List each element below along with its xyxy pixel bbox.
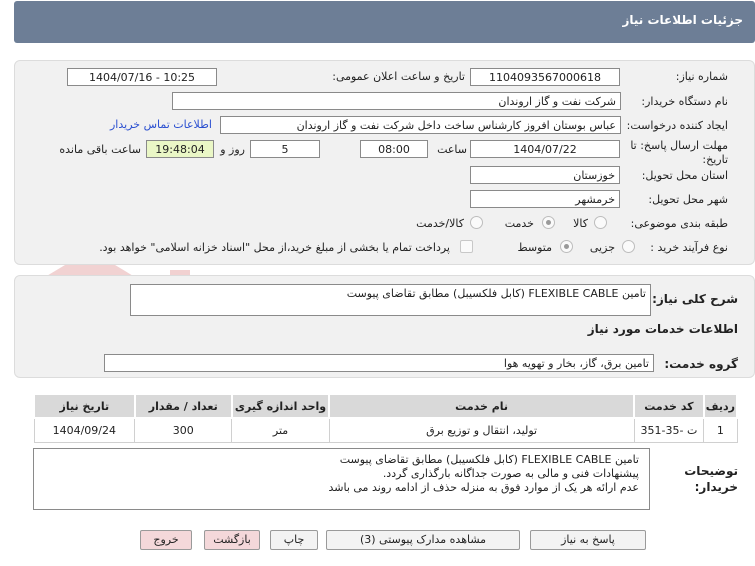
description-field: تامین FLEXIBLE CABLE (کابل فلکسیبل) مطاب…: [130, 284, 651, 316]
exit-button[interactable]: خروج: [140, 530, 192, 550]
province-field: خوزستان: [470, 166, 620, 184]
notes-label-buyer: خریدار:: [694, 480, 738, 494]
days-label: روز و: [220, 143, 245, 156]
back-button[interactable]: بازگشت: [204, 530, 260, 550]
deadline-date-field: 1404/07/22: [470, 140, 620, 158]
city-field: خرمشهر: [470, 190, 620, 208]
page-title: جزئیات اطلاعات نیاز: [622, 13, 743, 27]
col-need-date: تاریخ نیاز: [33, 393, 136, 419]
category-radio-goods-service[interactable]: [470, 216, 483, 229]
process-option-minor: جزیی: [589, 241, 615, 254]
remaining-label: ساعت باقی مانده: [59, 143, 141, 156]
notes-line: تامین FLEXIBLE CABLE (کابل فلکسیبل) مطاب…: [339, 453, 639, 466]
table-header-row: ردیف کد خدمت نام خدمت واحد اندازه گیری ت…: [33, 393, 739, 419]
creator-field: عباس بوستان افروز کارشناس ساخت داخل شرکت…: [220, 116, 621, 134]
col-service-name: نام خدمت: [328, 393, 636, 419]
time-label: ساعت: [437, 143, 467, 156]
contact-buyer-link[interactable]: اطلاعات تماس خریدار: [110, 118, 212, 131]
table-row: 1 ت -35-351 تولید، انتقال و توزیع برق مت…: [33, 417, 738, 443]
announce-field: 1404/07/16 - 10:25: [67, 68, 217, 86]
need-number-field: 1104093567000618: [470, 68, 620, 86]
col-row: ردیف: [702, 393, 739, 419]
page-header: جزئیات اطلاعات نیاز: [0, 0, 755, 46]
services-section-title: اطلاعات خدمات مورد نیاز: [587, 322, 738, 336]
col-service-code: کد خدمت: [633, 393, 705, 419]
notes-line: عدم ارائه هر یک از موارد فوق به منزله حذ…: [328, 481, 639, 494]
announce-label: تاریخ و ساعت اعلان عمومی:: [332, 70, 465, 83]
buyer-notes-box: تامین FLEXIBLE CABLE (کابل فلکسیبل) مطاب…: [33, 448, 650, 510]
col-quantity: تعداد / مقدار: [133, 393, 233, 419]
need-info-panel: [14, 60, 755, 265]
print-button[interactable]: چاپ: [270, 530, 318, 550]
cell-service-code: ت -35-351: [633, 417, 705, 443]
col-unit: واحد اندازه گیری: [230, 393, 331, 419]
category-radio-goods[interactable]: [594, 216, 607, 229]
cell-unit: متر: [231, 417, 330, 443]
reply-button[interactable]: پاسخ به نیاز: [530, 530, 646, 550]
cell-need-date: 1404/09/24: [33, 417, 136, 443]
category-option-goods: کالا: [573, 217, 588, 230]
cell-service-name: تولید، انتقال و توزیع برق: [328, 417, 635, 443]
days-field: 5: [250, 140, 320, 158]
services-table: ردیف کد خدمت نام خدمت واحد اندازه گیری ت…: [33, 393, 739, 443]
cell-quantity: 300: [134, 417, 233, 443]
notes-line: پیشنهادات فنی و مالی به صورت جداگانه بار…: [382, 467, 639, 480]
view-attachments-button[interactable]: مشاهده مدارک پیوستی (3): [326, 530, 520, 550]
payment-note: پرداخت تمام یا بخشی از مبلغ خرید،از محل …: [99, 241, 450, 254]
need-number-label: شماره نیاز:: [675, 70, 728, 83]
deadline-time-field: 08:00: [360, 140, 428, 158]
category-option-goods-service: کالا/خدمت: [416, 217, 464, 230]
process-radio-minor[interactable]: [622, 240, 635, 253]
notes-label: توضیحات: [684, 464, 738, 478]
category-label: طبقه بندی موضوعی:: [630, 217, 728, 230]
service-group-label: گروه خدمت:: [664, 357, 738, 371]
category-option-service: خدمت: [504, 217, 534, 230]
buyer-label: نام دستگاه خریدار:: [641, 95, 728, 108]
remaining-time-field: 19:48:04: [146, 140, 214, 158]
process-radio-medium[interactable]: [560, 240, 573, 253]
process-label: نوع فرآیند خرید :: [650, 241, 728, 254]
description-label: شرح کلی نیاز:: [652, 292, 738, 306]
header-bar: جزئیات اطلاعات نیاز: [14, 1, 755, 43]
treasury-payment-checkbox[interactable]: [460, 240, 473, 253]
category-radio-service[interactable]: [542, 216, 555, 229]
deadline-label: مهلت ارسال پاسخ: تا: [630, 139, 728, 152]
service-group-field: تامین برق، گاز، بخار و تهویه هوا: [104, 354, 654, 372]
city-label: شهر محل تحویل:: [648, 193, 728, 206]
creator-label: ایجاد کننده درخواست:: [626, 119, 728, 132]
buyer-field: شرکت نفت و گاز اروندان: [172, 92, 621, 110]
province-label: استان محل تحویل:: [641, 169, 728, 182]
cell-row: 1: [703, 417, 738, 443]
deadline-date-label: تاریخ:: [702, 153, 728, 166]
process-option-medium: متوسط: [517, 241, 552, 254]
